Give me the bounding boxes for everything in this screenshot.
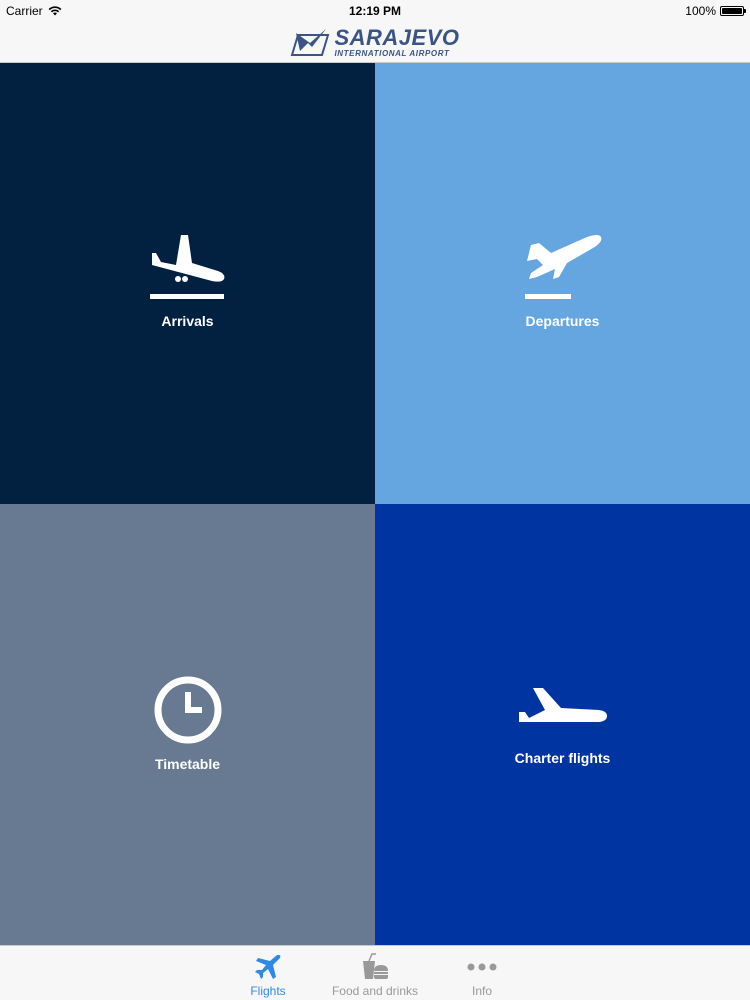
- airport-logo-icon: [291, 29, 330, 56]
- logo-text: SARAJEVO INTERNATIONAL AIRPORT: [334, 24, 460, 58]
- clock-icon: [154, 676, 221, 744]
- charter-flights-label: Charter flights: [514, 750, 611, 766]
- plane-icon: [255, 955, 281, 979]
- food-drink-icon: [363, 953, 388, 979]
- arrivals-tile-content: Arrivals: [0, 231, 375, 329]
- tab-flights[interactable]: Flights: [213, 946, 323, 1000]
- status-bar: Carrier 12:19 PM 100%: [0, 0, 750, 22]
- tab-info[interactable]: Info: [427, 946, 537, 1000]
- charter-flights-tile-content: Charter flights: [375, 686, 750, 766]
- plane-takeoff-icon: [524, 235, 601, 299]
- menu-grid: Arrivals Departures Timetable Charter fl…: [0, 63, 750, 945]
- tab-info-label: Info: [471, 984, 492, 998]
- app-screen: Carrier 12:19 PM 100% SARAJEVO INTERNATI…: [0, 0, 750, 1000]
- tab-food-and-drinks[interactable]: Food and drinks: [320, 946, 430, 1000]
- plane-icon: [518, 688, 607, 722]
- logo-subtitle: INTERNATIONAL AIRPORT: [334, 48, 450, 58]
- more-dots-icon: [467, 963, 497, 971]
- charter-flights-tile[interactable]: Charter flights: [375, 504, 750, 945]
- plane-landing-icon: [149, 235, 224, 299]
- timetable-tile[interactable]: Timetable: [0, 504, 375, 945]
- logo-title: SARAJEVO: [334, 24, 460, 50]
- timetable-label: Timetable: [154, 756, 221, 772]
- tab-flights-label: Flights: [250, 984, 286, 998]
- departures-label: Departures: [525, 313, 600, 329]
- departures-tile-content: Departures: [375, 231, 750, 329]
- status-right: 100%: [685, 4, 746, 18]
- status-time: 12:19 PM: [348, 4, 402, 18]
- arrivals-tile[interactable]: Arrivals: [0, 63, 375, 504]
- airport-logo: SARAJEVO INTERNATIONAL AIRPORT: [290, 24, 460, 58]
- tab-bar: Flights Food and drinks Info: [0, 945, 750, 1000]
- tab-food-and-drinks-label: Food and drinks: [331, 984, 419, 998]
- arrivals-label: Arrivals: [161, 313, 214, 329]
- timetable-tile-content: Timetable: [0, 674, 375, 772]
- battery-icon: [720, 6, 746, 16]
- departures-tile[interactable]: Departures: [375, 63, 750, 504]
- battery-percent: 100%: [685, 4, 716, 18]
- battery-fill: [722, 8, 742, 14]
- nav-bar: SARAJEVO INTERNATIONAL AIRPORT: [0, 22, 750, 63]
